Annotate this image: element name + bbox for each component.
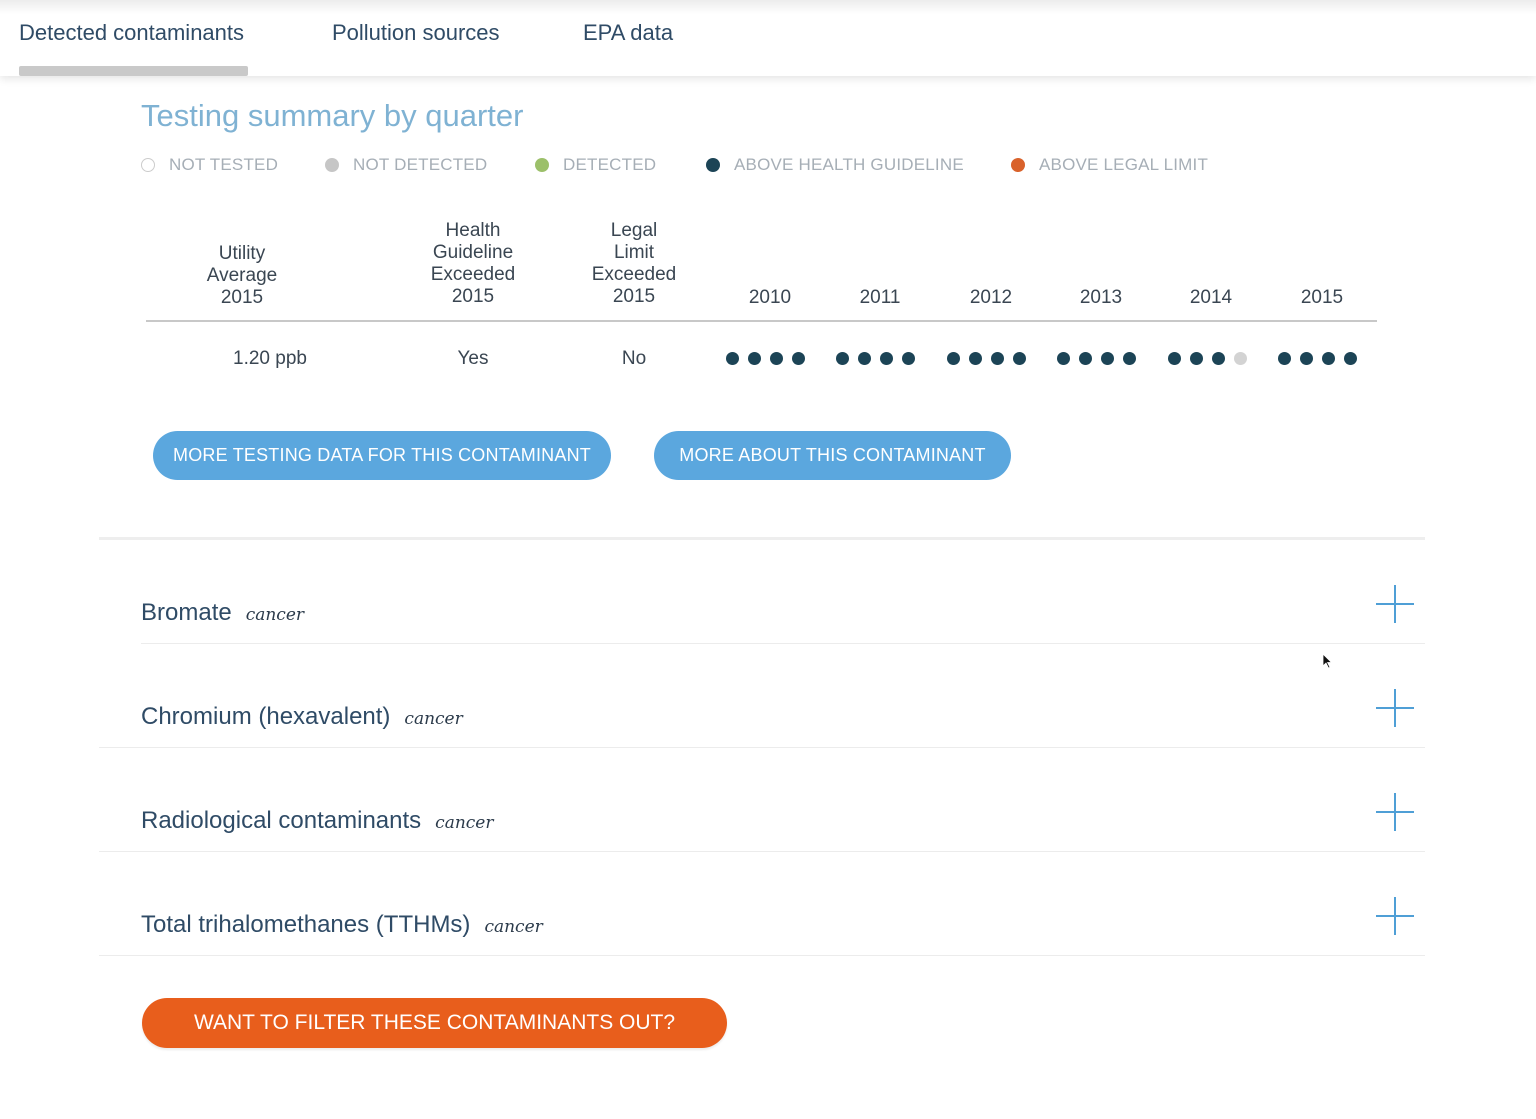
contaminant-name: Bromate [141,599,232,626]
legend-circle-icon [1011,158,1025,172]
header-year: 2010 [748,287,792,308]
quarter-status-dot [1190,352,1203,365]
more-testing-data-button[interactable]: MORE TESTING DATA FOR THIS CONTAMINANT [153,431,611,480]
tab-pollution-sources[interactable]: Pollution sources [332,20,500,46]
legend-detected: DETECTED [535,154,656,176]
quarter-status-dot [836,352,849,365]
filter-contaminants-button[interactable]: WANT TO FILTER THESE CONTAMINANTS OUT? [142,998,727,1048]
quarter-status-dot [1300,352,1313,365]
legend-not-detected: NOT DETECTED [325,154,487,176]
legend-above-health-guideline: ABOVE HEALTH GUIDELINE [706,154,964,176]
active-tab-indicator [19,66,248,76]
legend-circle-icon [535,158,549,172]
header-line: 2015 [451,286,495,307]
quarter-status-dot [770,352,783,365]
header-line: Guideline [432,242,514,263]
tab-detected-contaminants[interactable]: Detected contaminants [19,20,244,46]
contaminant-name-line: Radiological contaminants cancer [141,807,494,835]
header-year: 2013 [1079,287,1123,308]
contaminant-tag: cancer [404,709,463,729]
quarter-status-dot [1101,352,1114,365]
header-line: Exceeded [591,264,677,285]
quarter-status-dot [1123,352,1136,365]
header-line: Legal [610,220,658,241]
legal-limit-exceeded-value: No [621,348,647,369]
quarter-status-dot [726,352,739,365]
header-health-guideline-exceeded: Health Guideline Exceeded 2015 [413,220,533,308]
header-year: 2015 [1300,287,1344,308]
header-year: 2011 [859,287,901,308]
quarter-status-dot [792,352,805,365]
contaminant-row-chromium[interactable]: Chromium (hexavalent) cancer [99,644,1425,748]
contaminant-row-radiological[interactable]: Radiological contaminants cancer [99,748,1425,852]
header-line: 2015 [220,287,264,308]
legend-label: NOT TESTED [169,155,279,174]
legend-label: ABOVE HEALTH GUIDELINE [734,155,964,174]
header-line: Utility [218,243,266,264]
quarter-status-dot [748,352,761,365]
quarter-status-dot [902,352,915,365]
expand-plus-icon[interactable] [1376,793,1414,831]
expand-plus-icon[interactable] [1376,689,1414,727]
quarter-status-dot [1234,352,1247,365]
section-title: Testing summary by quarter [141,98,524,133]
legend-not-tested: NOT TESTED [141,154,278,176]
header-legal-limit-exceeded: Legal Limit Exceeded 2015 [574,220,694,308]
utility-average-value: 1.20 ppb [233,348,307,369]
quarter-status-dot [858,352,871,365]
mouse-cursor-icon [1323,654,1333,669]
header-utility-average: Utility Average 2015 [182,243,302,309]
tab-bar: Detected contaminants Pollution sources … [0,0,1536,76]
header-line: 2015 [612,286,656,307]
header-line: Limit [613,242,655,263]
legend-label: ABOVE LEGAL LIMIT [1039,155,1209,174]
header-line: Exceeded [430,264,516,285]
quarter-status-dot [947,352,960,365]
more-about-contaminant-button[interactable]: MORE ABOUT THIS CONTAMINANT [654,431,1011,480]
tab-epa-data[interactable]: EPA data [583,20,673,46]
contaminant-row-tthms[interactable]: Total trihalomethanes (TTHMs) cancer [99,852,1425,956]
header-line: Average [206,265,278,286]
tab-bar-shade [0,0,1536,14]
table-header-divider [146,320,1377,322]
quarter-status-dot [1344,352,1357,365]
header-line: Health [445,220,501,241]
quarter-status-dot [1278,352,1291,365]
legend-circle-icon [325,158,339,172]
quarter-status-dot [991,352,1004,365]
expand-plus-icon[interactable] [1376,897,1414,935]
quarter-status-dot [969,352,982,365]
contaminant-name-line: Chromium (hexavalent) cancer [141,703,463,731]
header-year: 2014 [1189,287,1233,308]
contaminant-name: Radiological contaminants [141,807,422,834]
contaminant-tag: cancer [435,813,494,833]
quarter-status-dot [1322,352,1335,365]
quarter-status-dot [1168,352,1181,365]
legend-circle-icon [706,158,720,172]
expand-plus-icon[interactable] [1376,585,1414,623]
legend-circle-icon [141,158,155,172]
contaminant-name-line: Bromate cancer [141,599,304,627]
legend-above-legal-limit: ABOVE LEGAL LIMIT [1011,154,1208,176]
contaminant-tag: cancer [484,917,543,937]
contaminant-row-bromate[interactable]: Bromate cancer [99,540,1425,644]
contaminant-name-line: Total trihalomethanes (TTHMs) cancer [141,911,543,939]
health-guideline-exceeded-value: Yes [457,348,489,369]
quarter-status-dot [1212,352,1225,365]
legend-label: DETECTED [563,155,657,174]
quarter-status-dot [1013,352,1026,365]
legend-label: NOT DETECTED [353,155,488,174]
contaminant-name: Total trihalomethanes (TTHMs) [141,911,471,938]
quarter-status-dot [1079,352,1092,365]
contaminant-tag: cancer [245,605,305,625]
header-year: 2012 [969,287,1013,308]
quarter-status-dot [1057,352,1070,365]
contaminant-name: Chromium (hexavalent) [141,703,391,730]
row-divider [99,955,1425,956]
quarter-status-dot [880,352,893,365]
